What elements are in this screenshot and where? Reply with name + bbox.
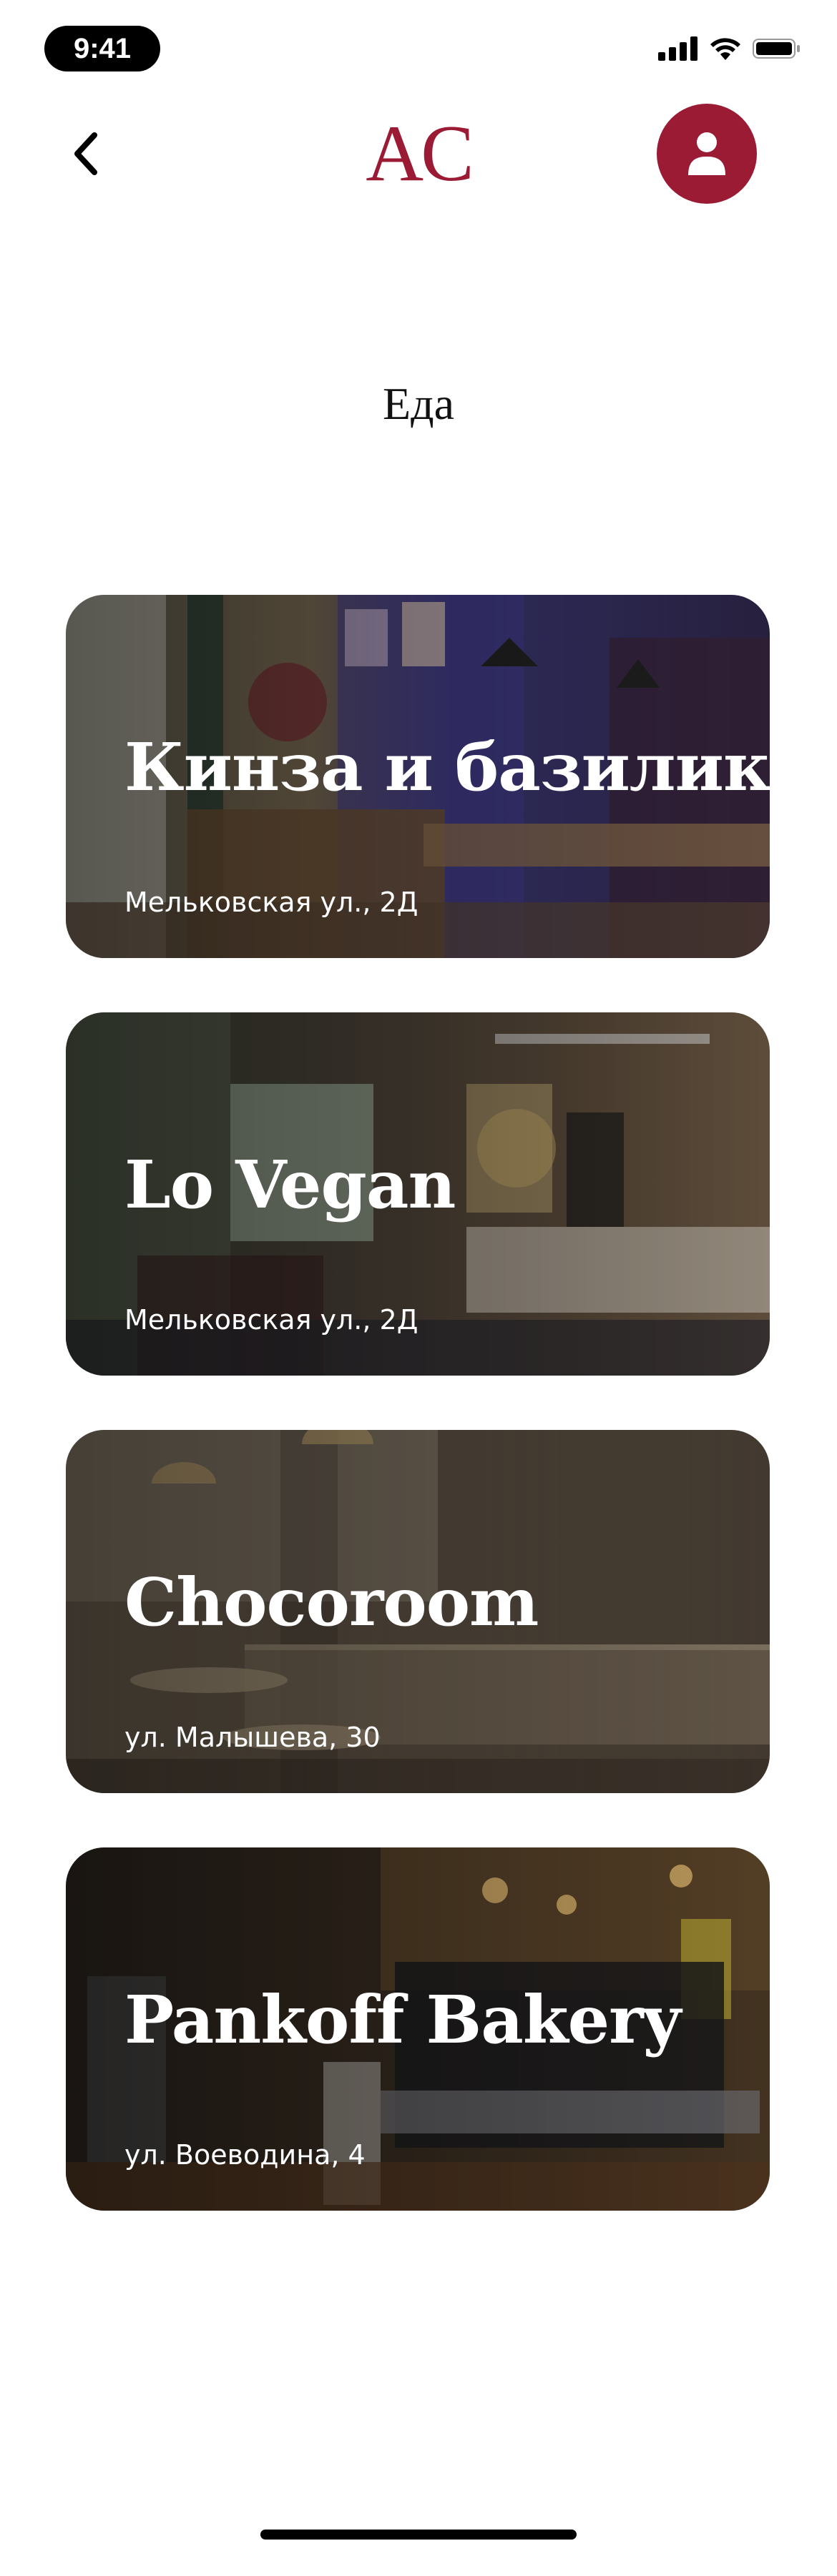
profile-button[interactable] — [657, 104, 757, 204]
wifi-icon — [710, 38, 740, 60]
status-bar: 9:41 — [0, 0, 837, 93]
place-address: ул. Воеводина, 4 — [124, 2139, 366, 2171]
place-address: ул. Малышева, 30 — [124, 1722, 381, 1753]
place-card[interactable]: Lo Vegan Мельковская ул., 2Д — [66, 1012, 770, 1376]
cellular-signal-icon — [658, 36, 698, 61]
place-name: Pankoff Bakery — [124, 1981, 681, 2058]
page-title: Еда — [382, 378, 455, 429]
status-time: 9:41 — [44, 26, 160, 71]
place-card[interactable]: Pankoff Bakery ул. Воеводина, 4 — [66, 1847, 770, 2211]
place-card[interactable]: Кинза и базилик Мельковская ул., 2Д — [66, 595, 770, 958]
status-icons — [658, 36, 801, 61]
place-name: Lo Vegan — [124, 1146, 456, 1223]
place-address: Мельковская ул., 2Д — [124, 887, 418, 918]
battery-icon — [753, 39, 800, 59]
place-address: Мельковская ул., 2Д — [124, 1304, 418, 1336]
place-name: Кинза и базилик — [124, 729, 770, 806]
home-indicator[interactable] — [260, 2530, 577, 2540]
user-icon — [688, 132, 725, 175]
place-card[interactable]: Chocoroom ул. Малышева, 30 — [66, 1430, 770, 1793]
place-name: Chocoroom — [124, 1564, 539, 1641]
